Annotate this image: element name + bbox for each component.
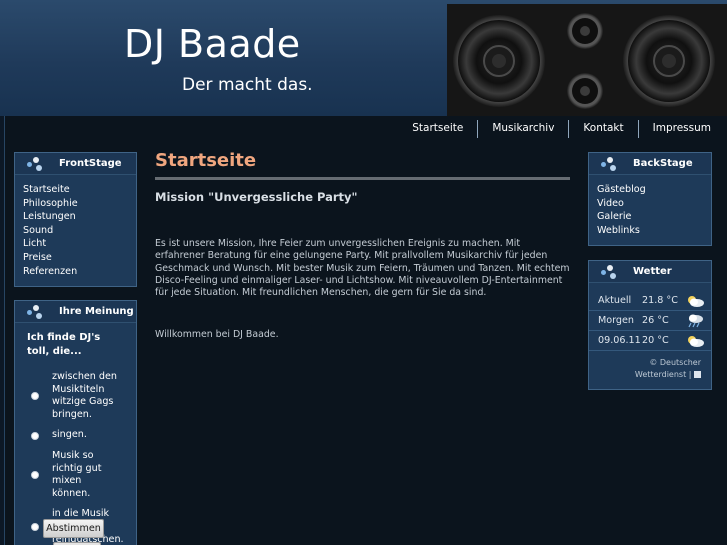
nav-kontakt[interactable]: Kontakt	[569, 120, 639, 138]
main-content: Startseite Mission "Unvergessliche Party…	[155, 150, 571, 340]
credit-line-1: © Deutscher	[649, 358, 701, 367]
weather-row: Morgen 26 °C	[589, 311, 711, 331]
poll-option[interactable]: zwischen den Musiktiteln witzige Gags br…	[15, 371, 136, 421]
dots-logo-icon	[601, 264, 619, 280]
dwd-logo-icon	[694, 371, 701, 378]
menu-item-referenzen[interactable]: Referenzen	[23, 265, 136, 279]
weather-row: Aktuell 21.8 °C	[589, 291, 711, 311]
welcome-text: Willkommen bei DJ Baade.	[155, 329, 279, 341]
frontstage-box: FrontStage Startseite Philosophie Leistu…	[14, 152, 137, 287]
backstage-header: BackStage	[589, 153, 711, 175]
weather-row: 09.06.11 20 °C	[589, 331, 711, 351]
weather-day: 09.06.11	[598, 335, 641, 346]
nav-impressum[interactable]: Impressum	[639, 120, 717, 138]
frontstage-menu: Startseite Philosophie Leistungen Sound …	[15, 175, 136, 278]
poll-option[interactable]: singen.	[15, 429, 136, 442]
menu-item-philosophie[interactable]: Philosophie	[23, 197, 136, 211]
menu-item-licht[interactable]: Licht	[23, 237, 136, 251]
weather-temp: 26 °C	[642, 315, 669, 326]
dots-logo-icon	[27, 304, 45, 320]
menu-item-video[interactable]: Video	[597, 197, 711, 211]
weather-credit[interactable]: © Deutscher Wetterdienst |	[589, 351, 711, 381]
weather-box: Wetter Aktuell 21.8 °C Morgen 26 °C 09.0…	[588, 260, 712, 390]
frontstage-header: FrontStage	[15, 153, 136, 175]
radio-button[interactable]	[31, 431, 39, 440]
menu-item-sound[interactable]: Sound	[23, 224, 136, 238]
backstage-menu: Gästeblog Video Galerie Weblinks	[589, 175, 711, 237]
menu-item-leistungen[interactable]: Leistungen	[23, 210, 136, 224]
vote-button[interactable]: Abstimmen	[43, 519, 104, 538]
dots-logo-icon	[601, 156, 619, 172]
poll-header: Ihre Meinung	[15, 301, 136, 323]
site-title[interactable]: DJ Baade	[124, 22, 301, 66]
menu-item-weblinks[interactable]: Weblinks	[597, 224, 711, 238]
partly-cloudy-icon	[685, 334, 705, 348]
weather-day: Aktuell	[598, 295, 632, 306]
nav-startseite[interactable]: Startseite	[398, 120, 479, 138]
frontstage-title: FrontStage	[59, 158, 122, 169]
poll-title: Ihre Meinung	[59, 306, 134, 317]
radio-button[interactable]	[31, 471, 39, 480]
site-header: DJ Baade Der macht das.	[0, 0, 727, 116]
poll-option-label: Musik so richtig gut mixen können.	[52, 449, 102, 499]
poll-question: Ich finde DJ's toll, die...	[27, 332, 101, 357]
page-title: Startseite	[155, 150, 257, 171]
weather-header: Wetter	[589, 261, 711, 283]
menu-item-galerie[interactable]: Galerie	[597, 210, 711, 224]
backstage-box: BackStage Gästeblog Video Galerie Weblin…	[588, 152, 712, 246]
nav-musikarchiv[interactable]: Musikarchiv	[478, 120, 570, 138]
site-slogan: Der macht das.	[182, 75, 313, 95]
speaker-image	[447, 4, 727, 116]
weather-temp: 21.8 °C	[642, 295, 678, 306]
weather-title: Wetter	[633, 266, 672, 277]
page-subtitle: Mission "Unvergessliche Party"	[155, 190, 358, 204]
menu-item-preise[interactable]: Preise	[23, 251, 136, 265]
radio-button[interactable]	[31, 392, 39, 401]
menu-item-gaesteblog[interactable]: Gästeblog	[597, 183, 711, 197]
radio-button[interactable]	[31, 523, 39, 532]
weather-day: Morgen	[598, 315, 634, 326]
dots-logo-icon	[27, 156, 45, 172]
partly-cloudy-icon	[685, 294, 705, 308]
backstage-title: BackStage	[633, 158, 693, 169]
poll-option-label: singen.	[52, 429, 87, 441]
speaker-icon	[447, 4, 727, 116]
weather-temp: 20 °C	[642, 335, 669, 346]
poll-option-label: zwischen den Musiktiteln witzige Gags br…	[52, 371, 118, 420]
menu-item-startseite[interactable]: Startseite	[23, 183, 136, 197]
top-navigation: Startseite Musikarchiv Kontakt Impressum	[398, 120, 717, 138]
cloudy-rain-icon	[685, 314, 705, 328]
credit-line-2: Wetterdienst |	[589, 369, 701, 381]
title-divider	[155, 177, 570, 180]
intro-paragraph: Es ist unsere Mission, Ihre Feier zum un…	[155, 238, 570, 299]
poll-box: Ihre Meinung Ich finde DJ's toll, die...…	[14, 300, 137, 545]
poll-option[interactable]: Musik so richtig gut mixen können.	[15, 450, 136, 500]
